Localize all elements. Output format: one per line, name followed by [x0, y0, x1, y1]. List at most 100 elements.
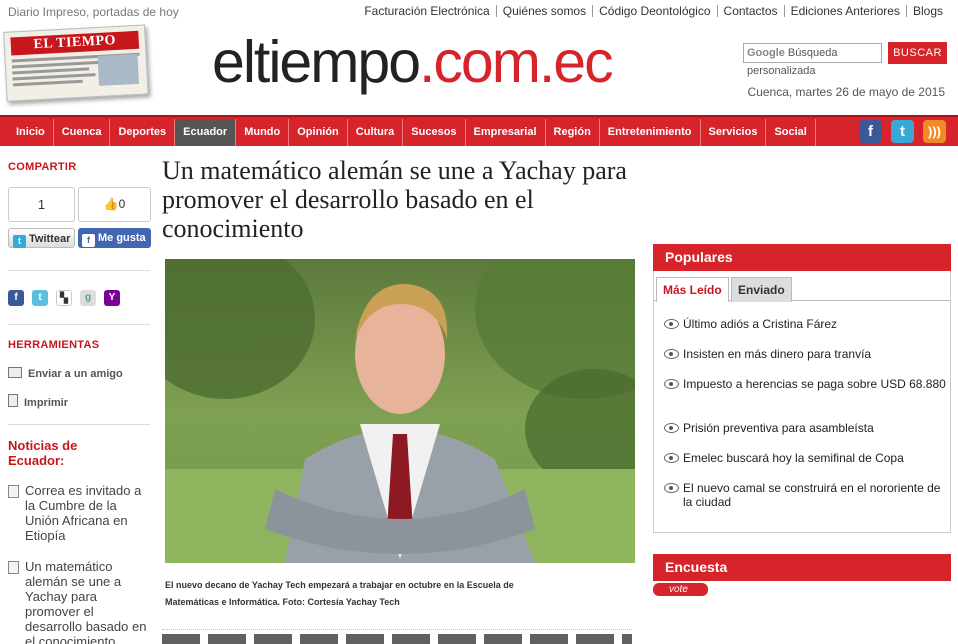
twitter-icon[interactable]: t: [891, 120, 914, 143]
nav-item-servicios[interactable]: Servicios: [701, 119, 767, 146]
popular-item-text: Impuesto a herencias se paga sobre USD 6…: [683, 377, 946, 391]
section-news-title: Noticias de Ecuador:: [8, 438, 78, 468]
send-to-friend-link[interactable]: Enviar a un amigo: [8, 367, 123, 380]
eye-icon: [664, 423, 679, 433]
print-edition-link[interactable]: Diario Impreso, portadas de hoy: [8, 5, 179, 19]
popular-panel: Más Leído Enviado Último adiós a Cristin…: [653, 271, 951, 533]
top-link-codigo[interactable]: Código Deontológico: [592, 5, 716, 17]
twitter-bookmark-icon[interactable]: t: [32, 290, 48, 306]
top-bar: Diario Impreso, portadas de hoy Facturac…: [0, 0, 958, 22]
photo-caption: El nuevo decano de Yachay Tech empezará …: [165, 580, 514, 607]
print-icon: [8, 394, 18, 407]
facebook-bookmark-icon[interactable]: f: [8, 290, 24, 306]
envelope-icon: [8, 367, 22, 378]
google-bookmark-icon[interactable]: g: [80, 290, 96, 306]
top-link-facturacion[interactable]: Facturación Electrónica: [358, 5, 495, 17]
tweet-button[interactable]: t Twittear: [8, 228, 75, 248]
popular-item-text: Último adiós a Cristina Fárez: [683, 317, 838, 331]
search-button[interactable]: BUSCAR: [888, 42, 947, 64]
current-date: Cuenca, martes 26 de mayo de 2015: [747, 85, 945, 99]
thumbs-up-icon: 👍: [103, 197, 119, 211]
popular-item-text: Prisión preventiva para asambleísta: [683, 421, 874, 435]
nav-item-social[interactable]: Social: [766, 119, 816, 146]
rss-icon[interactable]: ))): [923, 120, 946, 143]
eye-icon: [664, 319, 679, 329]
google-brand: Google: [747, 47, 785, 59]
logo-masthead: EL TIEMPO: [10, 30, 140, 56]
list-item[interactable]: El nuevo camal se construirá en el noror…: [664, 481, 946, 509]
top-links: Facturación Electrónica Quiénes somos Có…: [358, 5, 949, 17]
share-title: COMPARTIR: [8, 161, 77, 173]
print-link[interactable]: Imprimir: [8, 394, 68, 409]
popular-title: Populares: [653, 244, 951, 271]
send-label: Enviar a un amigo: [28, 368, 123, 380]
main-nav: Inicio Cuenca Deportes Ecuador Mundo Opi…: [0, 115, 958, 146]
like-button[interactable]: f Me gusta: [78, 228, 151, 248]
list-item[interactable]: Emelec buscará hoy la semifinal de Copa: [664, 451, 946, 465]
photo-illustration: [165, 259, 635, 563]
divider: [8, 424, 150, 425]
popular-item-text: Emelec buscará hoy la semifinal de Copa: [683, 451, 904, 465]
delicious-icon[interactable]: ▚: [56, 290, 72, 306]
document-icon: [8, 561, 19, 574]
site-title[interactable]: eltiempo.com.ec: [212, 29, 614, 95]
search-input[interactable]: Google Búsqueda personalizada: [743, 43, 882, 77]
top-link-quienes-somos[interactable]: Quiénes somos: [495, 5, 592, 17]
divider: [8, 270, 150, 271]
site-name-main: eltiempo: [212, 29, 421, 95]
article-headline: Un matemático alemán se une a Yachay par…: [162, 156, 627, 243]
nav-item-empresarial[interactable]: Empresarial: [466, 119, 546, 146]
eye-icon: [664, 349, 679, 359]
top-link-contactos[interactable]: Contactos: [716, 5, 784, 17]
nav-item-cultura[interactable]: Cultura: [348, 119, 404, 146]
tweet-label: Twittear: [29, 233, 71, 245]
news-item-text: Correa es invitado a la Cumbre de la Uni…: [25, 483, 142, 543]
twitter-share-count: 1: [8, 187, 75, 222]
article-photo: [165, 259, 635, 563]
news-item-text: Un matemático alemán se une a Yachay par…: [25, 559, 147, 644]
popular-tabs: Más Leído Enviado: [654, 277, 950, 302]
nav-item-deportes[interactable]: Deportes: [110, 119, 176, 146]
list-item[interactable]: Impuesto a herencias se paga sobre USD 6…: [664, 377, 946, 391]
facebook-icon[interactable]: f: [859, 120, 882, 143]
site-name-domain: .com.ec: [419, 29, 614, 95]
article-divider: [162, 629, 632, 630]
facebook-icon-small: f: [82, 234, 95, 247]
top-link-ediciones[interactable]: Ediciones Anteriores: [783, 5, 906, 17]
nav-item-entretenimiento[interactable]: Entretenimiento: [600, 119, 701, 146]
divider: [8, 324, 150, 325]
eye-icon: [664, 379, 679, 389]
eye-icon: [664, 483, 679, 493]
tab-enviado[interactable]: Enviado: [731, 277, 792, 302]
tab-mas-leido[interactable]: Más Leído: [656, 277, 729, 302]
like-label: Me gusta: [98, 232, 146, 244]
list-item[interactable]: Un matemático alemán se une a Yachay par…: [8, 559, 150, 644]
nav-item-opinion[interactable]: Opinión: [289, 119, 348, 146]
nav-item-inicio[interactable]: Inicio: [8, 119, 54, 146]
poll-title: Encuesta: [653, 554, 951, 581]
popular-item-text: Insisten en más dinero para tranvía: [683, 347, 872, 361]
facebook-like-count: 👍0: [78, 187, 151, 222]
list-item[interactable]: Correa es invitado a la Cumbre de la Uni…: [8, 483, 150, 543]
popular-item-text: El nuevo camal se construirá en el noror…: [683, 481, 941, 509]
list-item[interactable]: Prisión preventiva para asambleísta: [664, 421, 946, 435]
eye-icon: [664, 453, 679, 463]
vote-button[interactable]: vote: [653, 583, 708, 596]
tools-title: HERRAMIENTAS: [8, 339, 100, 351]
bookmark-icons: f t ▚ g Y: [8, 290, 120, 306]
top-link-blogs[interactable]: Blogs: [905, 5, 949, 17]
list-item[interactable]: Último adiós a Cristina Fárez: [664, 317, 946, 331]
document-icon: [8, 485, 19, 498]
twitter-bird-icon: t: [13, 235, 26, 248]
nav-item-mundo[interactable]: Mundo: [236, 119, 290, 146]
nav-item-cuenca[interactable]: Cuenca: [54, 119, 111, 146]
newspaper-logo[interactable]: EL TIEMPO: [3, 24, 153, 108]
nav-item-region[interactable]: Región: [546, 119, 600, 146]
facebook-count-value: 0: [118, 197, 126, 211]
print-label: Imprimir: [24, 397, 69, 409]
nav-item-ecuador[interactable]: Ecuador: [175, 119, 237, 146]
nav-item-sucesos[interactable]: Sucesos: [403, 119, 466, 146]
article-subhead-cutoff: [162, 634, 632, 644]
yahoo-icon[interactable]: Y: [104, 290, 120, 306]
list-item[interactable]: Insisten en más dinero para tranvía: [664, 347, 946, 361]
